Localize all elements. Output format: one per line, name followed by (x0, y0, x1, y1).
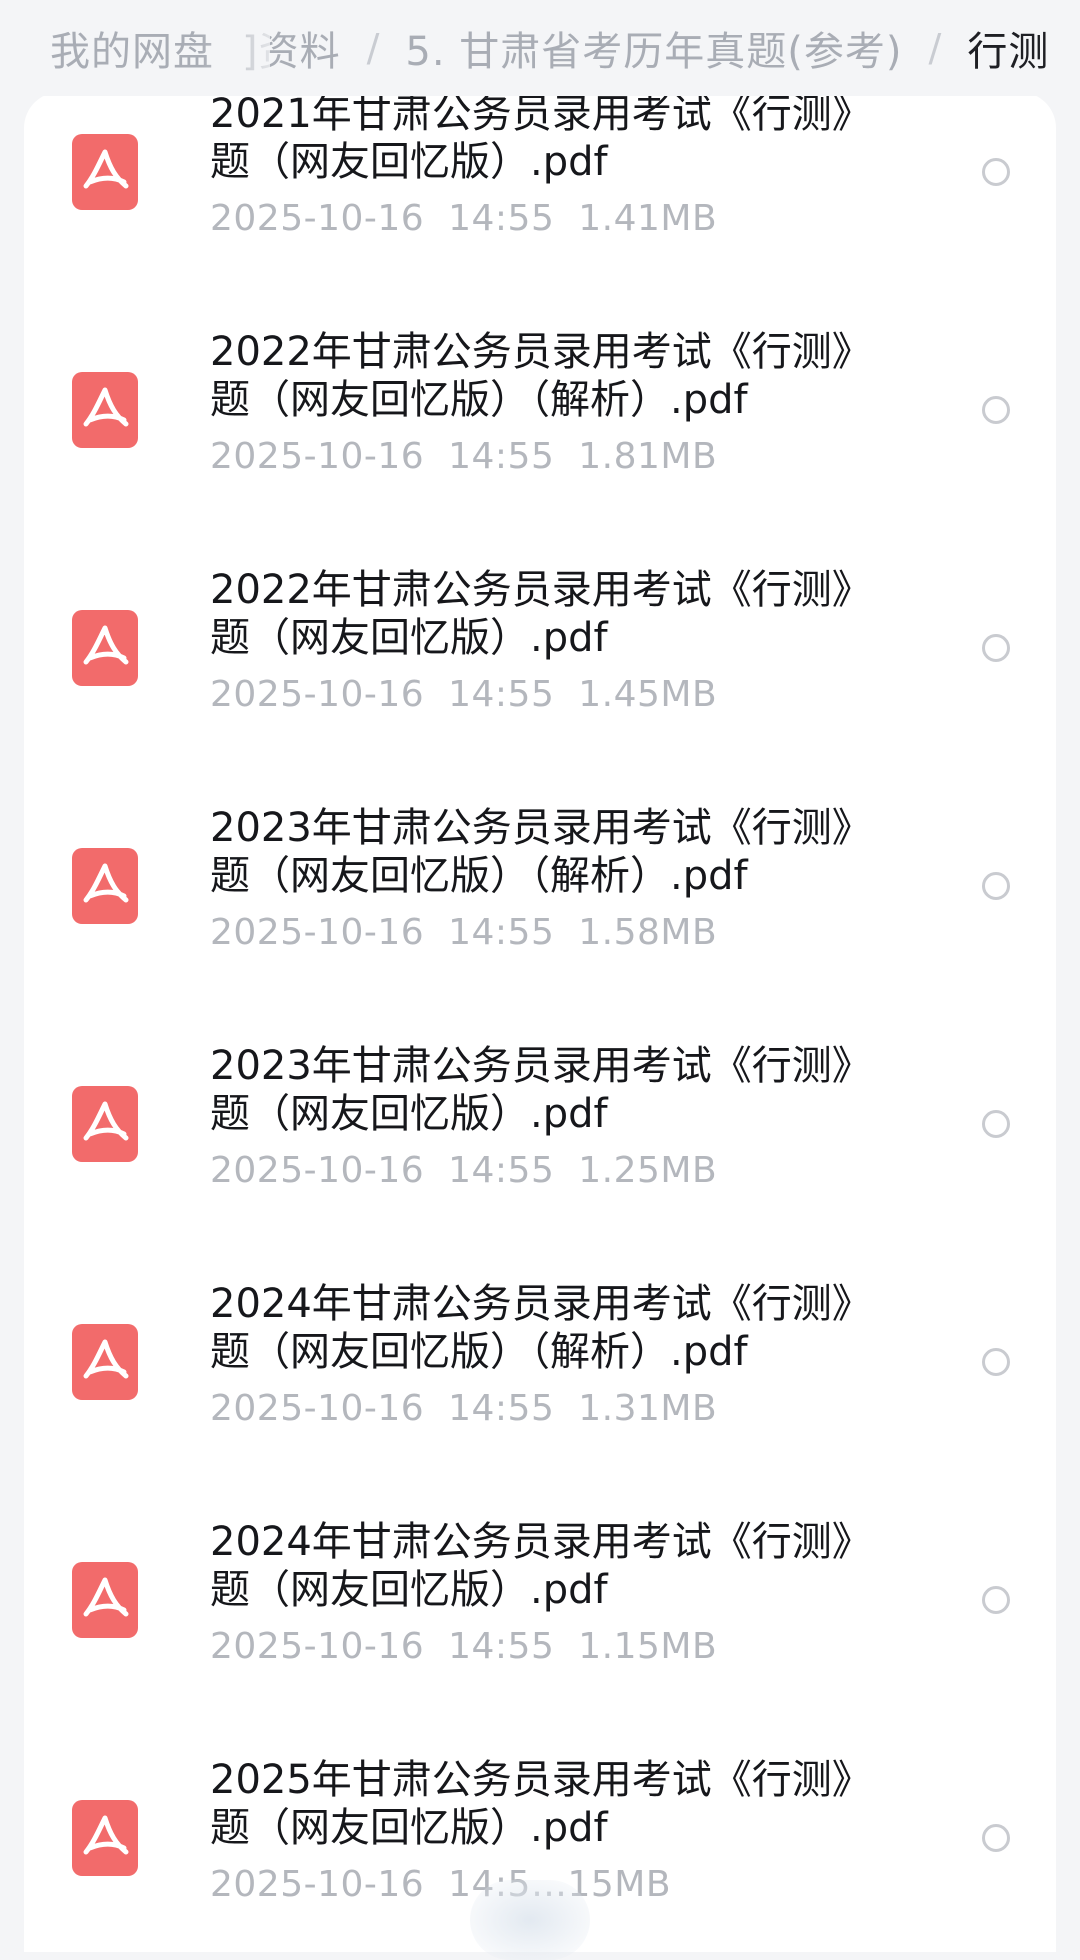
pdf-icon (72, 134, 138, 210)
file-row[interactable]: 2023年甘肃公务员录用考试《行测》 题（网友回忆版）.pdf 2025-10-… (24, 1042, 1056, 1280)
file-name: 2021年甘肃公务员录用考试《行测》 题（网友回忆版）.pdf (210, 92, 872, 185)
breadcrumb-root[interactable]: 我的网盘 (50, 19, 214, 77)
pdf-icon (72, 1800, 138, 1876)
pdf-icon (72, 610, 138, 686)
select-checkbox[interactable] (982, 1110, 1010, 1138)
file-row[interactable]: 2025年甘肃公务员录用考试《行测》 题（网友回忆版）.pdf 2025-10-… (24, 1756, 1056, 1952)
file-meta: 2025-10-16 14:55 1.31MB (210, 1388, 718, 1429)
file-list: 2021年甘肃公务员录用考试《行测》 题（网友回忆版）.pdf 2025-10-… (24, 92, 1056, 1952)
file-meta: 2025-10-16 14:55 1.58MB (210, 912, 718, 953)
select-checkbox[interactable] (982, 1824, 1010, 1852)
select-checkbox[interactable] (982, 158, 1010, 186)
file-name: 2024年甘肃公务员录用考试《行测》 题（网友回忆版）.pdf (210, 1519, 872, 1613)
select-checkbox[interactable] (982, 872, 1010, 900)
pdf-icon (72, 1562, 138, 1638)
breadcrumb: 我的网盘 ]资料 / 5. 甘肃省考历年真题(参考) / 行测 (0, 0, 1080, 96)
select-checkbox[interactable] (982, 1586, 1010, 1614)
file-row[interactable]: 2023年甘肃公务员录用考试《行测》 题（网友回忆版）（解析）.pdf 2025… (24, 804, 1056, 1042)
pdf-icon (72, 372, 138, 448)
pdf-icon (72, 1324, 138, 1400)
file-meta: 2025-10-16 14:5…15MB (210, 1864, 672, 1905)
breadcrumb-current: 行测 (967, 29, 1050, 75)
select-checkbox[interactable] (982, 396, 1010, 424)
file-meta: 2025-10-16 14:55 1.45MB (210, 674, 718, 715)
select-checkbox[interactable] (982, 634, 1010, 662)
select-checkbox[interactable] (982, 1348, 1010, 1376)
file-name: 2024年甘肃公务员录用考试《行测》 题（网友回忆版）（解析）.pdf (210, 1281, 872, 1375)
breadcrumb-separator: / (366, 26, 380, 70)
breadcrumb-folder[interactable]: 5. 甘肃省考历年真题(参考) (405, 19, 902, 77)
file-row[interactable]: 2024年甘肃公务员录用考试《行测》 题（网友回忆版）（解析）.pdf 2025… (24, 1280, 1056, 1518)
file-meta: 2025-10-16 14:55 1.41MB (210, 198, 718, 239)
file-name: 2025年甘肃公务员录用考试《行测》 题（网友回忆版）.pdf (210, 1757, 872, 1851)
breadcrumb-partial-folder[interactable]: ]资料 (242, 19, 341, 77)
file-meta: 2025-10-16 14:55 1.81MB (210, 436, 718, 477)
file-name: 2022年甘肃公务员录用考试《行测》 题（网友回忆版）.pdf (210, 567, 872, 661)
file-row[interactable]: 2024年甘肃公务员录用考试《行测》 题（网友回忆版）.pdf 2025-10-… (24, 1518, 1056, 1756)
file-row[interactable]: 2022年甘肃公务员录用考试《行测》 题（网友回忆版）（解析）.pdf 2025… (24, 328, 1056, 566)
file-name: 2023年甘肃公务员录用考试《行测》 题（网友回忆版）（解析）.pdf (210, 805, 872, 899)
file-name: 2022年甘肃公务员录用考试《行测》 题（网友回忆版）（解析）.pdf (210, 329, 872, 423)
file-meta: 2025-10-16 14:55 1.25MB (210, 1150, 718, 1191)
file-row[interactable]: 2021年甘肃公务员录用考试《行测》 题（网友回忆版）.pdf 2025-10-… (24, 92, 1056, 328)
pdf-icon (72, 1086, 138, 1162)
breadcrumb-separator: / (928, 26, 942, 70)
file-name: 2023年甘肃公务员录用考试《行测》 题（网友回忆版）.pdf (210, 1043, 872, 1137)
file-row[interactable]: 2022年甘肃公务员录用考试《行测》 题（网友回忆版）.pdf 2025-10-… (24, 566, 1056, 804)
file-meta: 2025-10-16 14:55 1.15MB (210, 1626, 718, 1667)
pdf-icon (72, 848, 138, 924)
